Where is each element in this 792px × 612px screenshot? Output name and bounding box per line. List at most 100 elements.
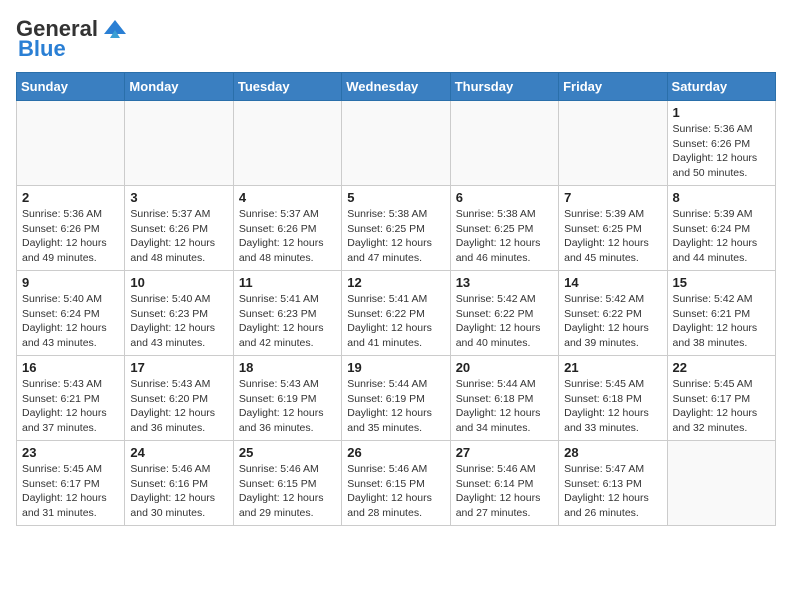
day-number: 4 [239, 190, 336, 205]
logo: General Blue [16, 16, 128, 62]
day-number: 7 [564, 190, 661, 205]
day-info: Sunrise: 5:36 AM Sunset: 6:26 PM Dayligh… [673, 122, 770, 181]
calendar-cell: 3 Sunrise: 5:37 AM Sunset: 6:26 PM Daylig… [125, 186, 233, 271]
logo-blue: Blue [18, 36, 66, 62]
calendar-cell [125, 101, 233, 186]
weekday-header: Saturday [667, 73, 775, 101]
weekday-header-row: SundayMondayTuesdayWednesdayThursdayFrid… [17, 73, 776, 101]
day-info: Sunrise: 5:39 AM Sunset: 6:25 PM Dayligh… [564, 207, 661, 266]
day-info: Sunrise: 5:45 AM Sunset: 6:17 PM Dayligh… [673, 377, 770, 436]
day-number: 1 [673, 105, 770, 120]
calendar-week-row: 16 Sunrise: 5:43 AM Sunset: 6:21 PM Dayli… [17, 356, 776, 441]
weekday-header: Monday [125, 73, 233, 101]
calendar-cell: 17 Sunrise: 5:43 AM Sunset: 6:20 PM Dayli… [125, 356, 233, 441]
day-number: 5 [347, 190, 444, 205]
calendar-cell: 10Sunrise: 5:40 AM Sunset: 6:23 PM Dayli… [125, 271, 233, 356]
day-number: 17 [130, 360, 227, 375]
calendar-cell: 7 Sunrise: 5:39 AM Sunset: 6:25 PM Daylig… [559, 186, 667, 271]
day-number: 8 [673, 190, 770, 205]
calendar-cell: 2 Sunrise: 5:36 AM Sunset: 6:26 PM Daylig… [17, 186, 125, 271]
weekday-header: Thursday [450, 73, 558, 101]
calendar-cell [450, 101, 558, 186]
calendar-week-row: 1 Sunrise: 5:36 AM Sunset: 6:26 PM Daylig… [17, 101, 776, 186]
day-info: Sunrise: 5:42 AM Sunset: 6:22 PM Dayligh… [564, 292, 661, 351]
day-number: 12 [347, 275, 444, 290]
day-info: Sunrise: 5:37 AM Sunset: 6:26 PM Dayligh… [130, 207, 227, 266]
day-number: 16 [22, 360, 119, 375]
calendar-cell: 13 Sunrise: 5:42 AM Sunset: 6:22 PM Dayli… [450, 271, 558, 356]
calendar-cell: 6 Sunrise: 5:38 AM Sunset: 6:25 PM Daylig… [450, 186, 558, 271]
weekday-header: Wednesday [342, 73, 450, 101]
calendar-cell: 16 Sunrise: 5:43 AM Sunset: 6:21 PM Dayli… [17, 356, 125, 441]
calendar-cell: 20Sunrise: 5:44 AM Sunset: 6:18 PM Dayli… [450, 356, 558, 441]
day-info: Sunrise: 5:45 AM Sunset: 6:18 PM Dayligh… [564, 377, 661, 436]
day-info: Sunrise: 5:43 AM Sunset: 6:21 PM Dayligh… [22, 377, 119, 436]
day-number: 15 [673, 275, 770, 290]
calendar-cell: 23Sunrise: 5:45 AM Sunset: 6:17 PM Dayli… [17, 441, 125, 526]
day-info: Sunrise: 5:47 AM Sunset: 6:13 PM Dayligh… [564, 462, 661, 521]
day-number: 25 [239, 445, 336, 460]
calendar-cell [667, 441, 775, 526]
calendar-cell [559, 101, 667, 186]
calendar-cell [17, 101, 125, 186]
day-info: Sunrise: 5:40 AM Sunset: 6:24 PM Dayligh… [22, 292, 119, 351]
day-info: Sunrise: 5:40 AM Sunset: 6:23 PM Dayligh… [130, 292, 227, 351]
calendar-cell: 9 Sunrise: 5:40 AM Sunset: 6:24 PM Daylig… [17, 271, 125, 356]
day-number: 9 [22, 275, 119, 290]
day-number: 21 [564, 360, 661, 375]
day-number: 6 [456, 190, 553, 205]
calendar-cell: 28 Sunrise: 5:47 AM Sunset: 6:13 PM Dayli… [559, 441, 667, 526]
calendar-cell: 24 Sunrise: 5:46 AM Sunset: 6:16 PM Dayli… [125, 441, 233, 526]
day-number: 14 [564, 275, 661, 290]
day-info: Sunrise: 5:46 AM Sunset: 6:14 PM Dayligh… [456, 462, 553, 521]
day-number: 23 [22, 445, 119, 460]
day-info: Sunrise: 5:37 AM Sunset: 6:26 PM Dayligh… [239, 207, 336, 266]
day-info: Sunrise: 5:41 AM Sunset: 6:22 PM Dayligh… [347, 292, 444, 351]
day-number: 11 [239, 275, 336, 290]
calendar-cell: 12 Sunrise: 5:41 AM Sunset: 6:22 PM Dayli… [342, 271, 450, 356]
day-number: 2 [22, 190, 119, 205]
calendar-cell: 14 Sunrise: 5:42 AM Sunset: 6:22 PM Dayli… [559, 271, 667, 356]
calendar-cell: 21 Sunrise: 5:45 AM Sunset: 6:18 PM Dayli… [559, 356, 667, 441]
day-number: 13 [456, 275, 553, 290]
logo-icon [102, 18, 128, 38]
day-info: Sunrise: 5:46 AM Sunset: 6:16 PM Dayligh… [130, 462, 227, 521]
day-info: Sunrise: 5:38 AM Sunset: 6:25 PM Dayligh… [347, 207, 444, 266]
day-info: Sunrise: 5:41 AM Sunset: 6:23 PM Dayligh… [239, 292, 336, 351]
day-number: 24 [130, 445, 227, 460]
calendar-cell: 22 Sunrise: 5:45 AM Sunset: 6:17 PM Dayli… [667, 356, 775, 441]
day-number: 20 [456, 360, 553, 375]
calendar-cell [233, 101, 341, 186]
calendar-cell: 27 Sunrise: 5:46 AM Sunset: 6:14 PM Dayli… [450, 441, 558, 526]
day-info: Sunrise: 5:42 AM Sunset: 6:22 PM Dayligh… [456, 292, 553, 351]
weekday-header: Friday [559, 73, 667, 101]
day-number: 27 [456, 445, 553, 460]
calendar: SundayMondayTuesdayWednesdayThursdayFrid… [16, 72, 776, 526]
calendar-week-row: 2 Sunrise: 5:36 AM Sunset: 6:26 PM Daylig… [17, 186, 776, 271]
calendar-cell [342, 101, 450, 186]
day-info: Sunrise: 5:44 AM Sunset: 6:19 PM Dayligh… [347, 377, 444, 436]
calendar-cell: 25 Sunrise: 5:46 AM Sunset: 6:15 PM Dayli… [233, 441, 341, 526]
day-info: Sunrise: 5:46 AM Sunset: 6:15 PM Dayligh… [239, 462, 336, 521]
day-number: 18 [239, 360, 336, 375]
calendar-cell: 15 Sunrise: 5:42 AM Sunset: 6:21 PM Dayli… [667, 271, 775, 356]
day-number: 22 [673, 360, 770, 375]
day-number: 28 [564, 445, 661, 460]
calendar-cell: 8Sunrise: 5:39 AM Sunset: 6:24 PM Daylig… [667, 186, 775, 271]
day-info: Sunrise: 5:36 AM Sunset: 6:26 PM Dayligh… [22, 207, 119, 266]
calendar-cell: 1 Sunrise: 5:36 AM Sunset: 6:26 PM Daylig… [667, 101, 775, 186]
calendar-cell: 11 Sunrise: 5:41 AM Sunset: 6:23 PM Dayli… [233, 271, 341, 356]
calendar-cell: 5 Sunrise: 5:38 AM Sunset: 6:25 PM Daylig… [342, 186, 450, 271]
calendar-cell: 4 Sunrise: 5:37 AM Sunset: 6:26 PM Daylig… [233, 186, 341, 271]
day-info: Sunrise: 5:38 AM Sunset: 6:25 PM Dayligh… [456, 207, 553, 266]
day-number: 26 [347, 445, 444, 460]
weekday-header: Tuesday [233, 73, 341, 101]
day-info: Sunrise: 5:43 AM Sunset: 6:19 PM Dayligh… [239, 377, 336, 436]
weekday-header: Sunday [17, 73, 125, 101]
day-number: 3 [130, 190, 227, 205]
day-number: 19 [347, 360, 444, 375]
day-info: Sunrise: 5:42 AM Sunset: 6:21 PM Dayligh… [673, 292, 770, 351]
calendar-week-row: 9 Sunrise: 5:40 AM Sunset: 6:24 PM Daylig… [17, 271, 776, 356]
day-info: Sunrise: 5:43 AM Sunset: 6:20 PM Dayligh… [130, 377, 227, 436]
calendar-cell: 18 Sunrise: 5:43 AM Sunset: 6:19 PM Dayli… [233, 356, 341, 441]
